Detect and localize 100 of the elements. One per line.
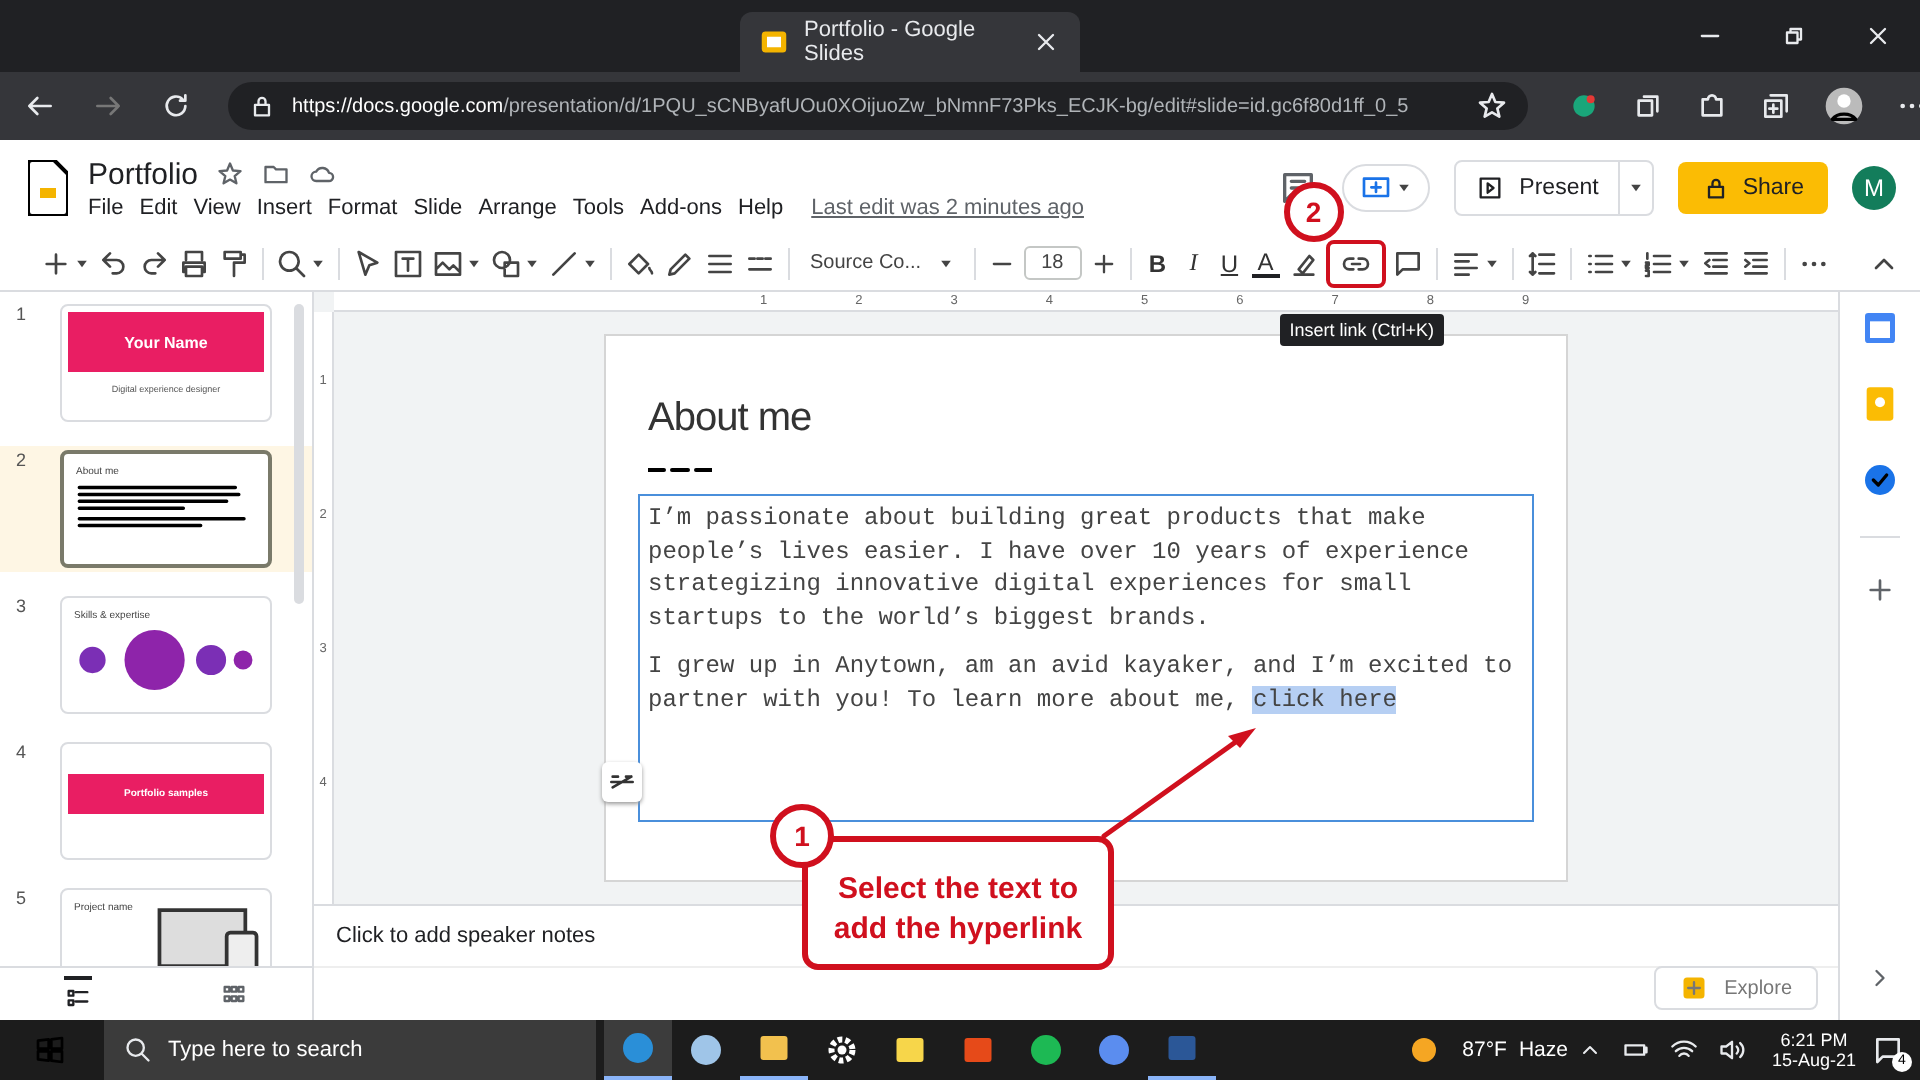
explore-icon	[1680, 974, 1709, 1002]
reload-icon[interactable]	[160, 90, 192, 122]
present-to-meeting-button[interactable]	[1341, 164, 1430, 212]
caret-icon[interactable]	[582, 255, 598, 271]
slide-number: 4	[14, 742, 29, 762]
music-app-icon	[1028, 1032, 1064, 1068]
share-button[interactable]: Share	[1678, 162, 1828, 214]
clock-date[interactable]: 15-Aug-21	[1771, 1050, 1856, 1070]
caret-icon[interactable]	[1675, 255, 1692, 271]
menu-item[interactable]: Insert	[256, 195, 312, 219]
redo-icon[interactable]	[138, 247, 170, 279]
menu-item[interactable]: Tools	[572, 195, 625, 219]
notification-icon[interactable]	[1872, 1034, 1904, 1066]
line-icon[interactable]	[548, 247, 580, 279]
lock-icon	[248, 92, 276, 120]
undo-icon[interactable]	[98, 247, 130, 279]
url-text: https://docs.google.com/presentation/d/1PQU_sCNByafUOu0XOijuoZw_bNmnF73Pks_ECJK-bg/edit#slide=id.gc6f80d1ff_0_5	[292, 95, 1411, 117]
collections-icon[interactable]	[1632, 90, 1664, 122]
text-box-icon[interactable]	[392, 247, 424, 279]
document-app-icon	[1164, 1030, 1200, 1066]
slide-title[interactable]: About me	[638, 396, 1534, 442]
caret-icon	[937, 255, 954, 271]
menu-item[interactable]: Add-ons	[640, 195, 722, 219]
plus-icon[interactable]	[1864, 574, 1896, 606]
print-icon[interactable]	[178, 247, 210, 279]
browser-icon	[620, 1030, 656, 1066]
list-view-icon[interactable]	[64, 976, 92, 1012]
checkmark-icon[interactable]	[1860, 460, 1900, 500]
increase-indent-icon[interactable]	[1739, 247, 1772, 279]
zoom-icon[interactable]	[276, 247, 308, 279]
star-icon[interactable]	[216, 160, 245, 188]
office-icon	[960, 1032, 996, 1068]
line-spacing-icon[interactable]	[1525, 247, 1558, 279]
tab-title: Portfolio - Google Slides	[804, 18, 978, 66]
tabs-icon[interactable]	[1760, 90, 1792, 122]
profile-avatar-icon[interactable]	[1824, 86, 1864, 126]
address-bar[interactable]: https://docs.google.com/presentation/d/1PQU_sCNByafUOu0XOijuoZw_bNmnF73Pks_ECJK-bg/edit#slide=id.gc6f80d1ff_0_5	[228, 82, 1528, 130]
crossed-link-icon[interactable]	[602, 762, 642, 802]
menu-item[interactable]: Arrange	[478, 195, 557, 219]
paint-roller-icon[interactable]	[218, 247, 250, 279]
document-title[interactable]: Portfolio	[88, 157, 199, 191]
format-button[interactable]: U	[1215, 249, 1244, 277]
align-icon[interactable]	[1449, 247, 1482, 279]
slides-favicon-icon	[760, 28, 788, 56]
cursor-icon[interactable]	[352, 247, 384, 279]
menu-item[interactable]: Slide	[413, 195, 463, 219]
explore-button[interactable]: Explore	[1654, 966, 1818, 1010]
format-button[interactable]: B	[1143, 249, 1172, 277]
star-icon[interactable]	[1476, 90, 1508, 122]
menu-item[interactable]: Help	[738, 195, 784, 219]
restore-icon[interactable]	[1780, 22, 1808, 50]
format-button[interactable]: A	[1251, 249, 1280, 277]
comment-icon[interactable]	[1391, 247, 1424, 279]
weather-text: Haze	[1518, 1038, 1568, 1062]
taskbar-search-field[interactable]: Type here to search	[104, 1020, 596, 1080]
decrease-indent-icon[interactable]	[1699, 247, 1732, 279]
slide-number: 2	[14, 450, 29, 470]
step-number: 2	[1283, 181, 1344, 241]
plus-icon[interactable]	[1089, 249, 1118, 277]
caret-icon[interactable]	[310, 255, 326, 271]
caret-icon[interactable]	[524, 255, 540, 271]
speaker-icon[interactable]	[1717, 1036, 1746, 1064]
sun-icon	[1408, 1034, 1441, 1066]
clock-time[interactable]: 6:21 PM	[1780, 1030, 1848, 1050]
gear-icon	[824, 1032, 860, 1068]
search-icon	[124, 1036, 152, 1064]
close-icon[interactable]	[1864, 22, 1892, 50]
scrollbar[interactable]	[294, 304, 304, 604]
close-icon[interactable]	[1032, 28, 1060, 56]
numbered-list-icon[interactable]	[1641, 247, 1674, 279]
last-edit-link[interactable]: Last edit was 2 minutes ago	[811, 195, 1084, 219]
highlight-frame	[1325, 239, 1386, 287]
caret-icon	[1628, 180, 1645, 196]
font-dropdown[interactable]: Source Co...	[802, 252, 962, 274]
pen-icon[interactable]	[664, 247, 696, 279]
menu-item[interactable]: Format	[327, 195, 398, 219]
slides-logo-icon[interactable]	[28, 160, 68, 216]
font-size-field[interactable]: 18	[1023, 246, 1082, 280]
slide-number: 3	[14, 596, 29, 616]
format-button[interactable]: I	[1179, 248, 1208, 278]
plus-icon[interactable]	[40, 247, 72, 279]
menu-item[interactable]: File	[88, 195, 124, 219]
calendar-icon[interactable]	[1860, 308, 1900, 348]
grid-view-icon[interactable]	[220, 980, 248, 1008]
fill-bucket-icon[interactable]	[624, 247, 656, 279]
menu-item[interactable]: Edit	[139, 195, 178, 219]
folder-icon[interactable]	[262, 160, 291, 188]
image-icon[interactable]	[432, 247, 464, 279]
caret-icon[interactable]	[1483, 255, 1500, 271]
caret-icon[interactable]	[466, 255, 482, 271]
dashed-line-drawing	[648, 466, 712, 474]
tooltip: Insert link (Ctrl+K)	[1279, 313, 1444, 345]
caret-icon[interactable]	[74, 255, 90, 271]
extension-icon[interactable]	[1568, 90, 1600, 122]
shapes-icon[interactable]	[490, 247, 522, 279]
menu-item[interactable]: View	[193, 195, 241, 219]
caret-icon[interactable]	[1617, 255, 1634, 271]
browser-tab[interactable]: Portfolio - Google Slides	[740, 12, 1080, 72]
extension-puzzle-icon[interactable]	[1696, 90, 1728, 122]
account-avatar[interactable]: M	[1852, 166, 1896, 210]
